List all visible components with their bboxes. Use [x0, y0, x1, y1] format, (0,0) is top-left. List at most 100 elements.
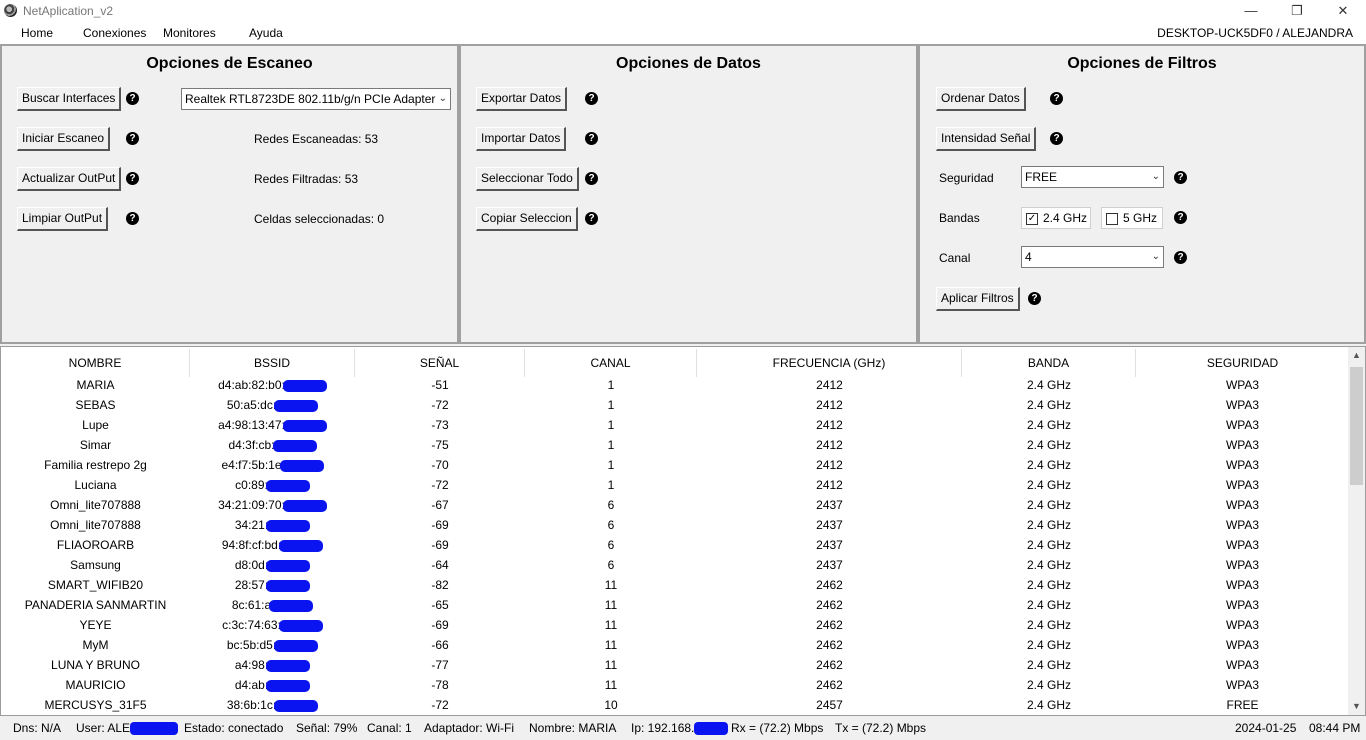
scroll-thumb[interactable] — [1350, 367, 1363, 485]
cell-seguridad[interactable]: WPA3 — [1136, 455, 1349, 475]
help-icon[interactable]: ? — [1028, 292, 1041, 305]
help-icon[interactable]: ? — [1050, 92, 1063, 105]
canal-select[interactable]: 4 ⌄ — [1021, 246, 1164, 268]
cell-canal[interactable]: 1 — [525, 455, 697, 475]
cell-frecuencia[interactable]: 2412 — [697, 455, 962, 475]
table-row[interactable]: MERCUSYS_31F5 38:6b:1c: -72 10 2457 2.4 GHz FR… — [1, 695, 1349, 715]
table-row[interactable]: YEYE c:3c:74:63: -69 11 2462 2.4 GHz WPA3 — [1, 615, 1349, 635]
cell-canal[interactable]: 11 — [525, 635, 697, 655]
cell-canal[interactable]: 10 — [525, 695, 697, 715]
cell-bssid[interactable]: 34:21: — [190, 515, 355, 535]
cell-canal[interactable]: 6 — [525, 515, 697, 535]
cell-canal[interactable]: 6 — [525, 555, 697, 575]
cell-frecuencia[interactable]: 2457 — [697, 695, 962, 715]
cell-seguridad[interactable]: WPA3 — [1136, 675, 1349, 695]
cell-bssid[interactable]: c0:89: — [190, 475, 355, 495]
cell-seguridad[interactable]: WPA3 — [1136, 575, 1349, 595]
cell-senal[interactable]: -72 — [355, 695, 525, 715]
cell-seguridad[interactable]: WPA3 — [1136, 615, 1349, 635]
cell-seguridad[interactable]: WPA3 — [1136, 635, 1349, 655]
aplicar-filtros-button[interactable]: Aplicar Filtros — [936, 287, 1020, 311]
cell-banda[interactable]: 2.4 GHz — [962, 635, 1136, 655]
cell-bssid[interactable]: e4:f7:5b:1e — [190, 455, 355, 475]
ordenar-datos-button[interactable]: Ordenar Datos — [936, 87, 1026, 111]
cell-frecuencia[interactable]: 2437 — [697, 535, 962, 555]
networks-table[interactable]: NOMBRE BSSID SEÑAL CANAL FRECUENCIA (GHz… — [0, 346, 1366, 716]
cell-nombre[interactable]: Omni_lite707888 — [1, 515, 190, 535]
cell-frecuencia[interactable]: 2462 — [697, 675, 962, 695]
cell-seguridad[interactable]: WPA3 — [1136, 515, 1349, 535]
table-row[interactable]: Samsung d8:0d: -64 6 2437 2.4 GHz WPA3 — [1, 555, 1349, 575]
cell-banda[interactable]: 2.4 GHz — [962, 575, 1136, 595]
cell-banda[interactable]: 2.4 GHz — [962, 555, 1136, 575]
cell-banda[interactable]: 2.4 GHz — [962, 535, 1136, 555]
cell-nombre[interactable]: Familia restrepo 2g — [1, 455, 190, 475]
cell-frecuencia[interactable]: 2412 — [697, 375, 962, 395]
cell-canal[interactable]: 1 — [525, 375, 697, 395]
cell-bssid[interactable]: 8c:61:a — [190, 595, 355, 615]
cell-seguridad[interactable]: WPA3 — [1136, 475, 1349, 495]
cell-frecuencia[interactable]: 2462 — [697, 635, 962, 655]
band-24-checkbox[interactable]: ✓ 2.4 GHz — [1021, 207, 1091, 229]
cell-bssid[interactable]: 34:21:09:70: — [190, 495, 355, 515]
importar-datos-button[interactable]: Importar Datos — [476, 127, 567, 151]
header-banda[interactable]: BANDA — [962, 349, 1136, 377]
cell-bssid[interactable]: d4:ab:82:b0: — [190, 375, 355, 395]
cell-senal[interactable]: -66 — [355, 635, 525, 655]
exportar-datos-button[interactable]: Exportar Datos — [476, 87, 568, 111]
cell-nombre[interactable]: SEBAS — [1, 395, 190, 415]
cell-frecuencia[interactable]: 2462 — [697, 615, 962, 635]
table-row[interactable]: Omni_lite707888 34:21: -69 6 2437 2.4 GHz WPA3 — [1, 515, 1349, 535]
cell-nombre[interactable]: MAURICIO — [1, 675, 190, 695]
cell-seguridad[interactable]: WPA3 — [1136, 435, 1349, 455]
cell-bssid[interactable]: d8:0d: — [190, 555, 355, 575]
cell-banda[interactable]: 2.4 GHz — [962, 495, 1136, 515]
help-icon[interactable]: ? — [126, 132, 139, 145]
table-row[interactable]: MyM bc:5b:d5: -66 11 2462 2.4 GHz WPA3 — [1, 635, 1349, 655]
cell-nombre[interactable]: PANADERIA SANMARTIN — [1, 595, 190, 615]
cell-banda[interactable]: 2.4 GHz — [962, 435, 1136, 455]
cell-senal[interactable]: -69 — [355, 615, 525, 635]
cell-frecuencia[interactable]: 2412 — [697, 435, 962, 455]
cell-bssid[interactable]: 50:a5:dc: — [190, 395, 355, 415]
buscar-interfaces-button[interactable]: Buscar Interfaces — [17, 87, 122, 111]
cell-bssid[interactable]: d4:3f:cb: — [190, 435, 355, 455]
cell-senal[interactable]: -78 — [355, 675, 525, 695]
help-icon[interactable]: ? — [1050, 132, 1063, 145]
help-icon[interactable]: ? — [585, 172, 598, 185]
seguridad-select[interactable]: FREE ⌄ — [1021, 166, 1164, 188]
cell-banda[interactable]: 2.4 GHz — [962, 675, 1136, 695]
cell-nombre[interactable]: Samsung — [1, 555, 190, 575]
table-row[interactable]: PANADERIA SANMARTIN 8c:61:a -65 11 2462 2.4 G… — [1, 595, 1349, 615]
cell-nombre[interactable]: Lupe — [1, 415, 190, 435]
cell-frecuencia[interactable]: 2437 — [697, 555, 962, 575]
cell-canal[interactable]: 1 — [525, 435, 697, 455]
cell-canal[interactable]: 6 — [525, 495, 697, 515]
header-seguridad[interactable]: SEGURIDAD — [1136, 349, 1349, 377]
cell-senal[interactable]: -72 — [355, 475, 525, 495]
cell-senal[interactable]: -75 — [355, 435, 525, 455]
cell-canal[interactable]: 11 — [525, 655, 697, 675]
cell-senal[interactable]: -67 — [355, 495, 525, 515]
cell-seguridad[interactable]: WPA3 — [1136, 415, 1349, 435]
header-canal[interactable]: CANAL — [525, 349, 697, 377]
cell-bssid[interactable]: 28:57: — [190, 575, 355, 595]
restore-button[interactable]: ❐ — [1274, 0, 1320, 22]
cell-seguridad[interactable]: WPA3 — [1136, 595, 1349, 615]
table-row[interactable]: Simar d4:3f:cb: -75 1 2412 2.4 GHz WPA3 — [1, 435, 1349, 455]
band-5-checkbox[interactable]: 5 GHz — [1101, 207, 1163, 229]
cell-senal[interactable]: -70 — [355, 455, 525, 475]
scroll-down-icon[interactable]: ▼ — [1348, 698, 1365, 715]
help-icon[interactable]: ? — [1174, 211, 1187, 224]
cell-senal[interactable]: -64 — [355, 555, 525, 575]
cell-seguridad[interactable]: WPA3 — [1136, 495, 1349, 515]
cell-canal[interactable]: 1 — [525, 395, 697, 415]
help-icon[interactable]: ? — [585, 132, 598, 145]
cell-nombre[interactable]: SMART_WIFIB20 — [1, 575, 190, 595]
table-row[interactable]: SMART_WIFIB20 28:57: -82 11 2462 2.4 GHz WPA3 — [1, 575, 1349, 595]
cell-bssid[interactable]: a4:98: — [190, 655, 355, 675]
cell-seguridad[interactable]: WPA3 — [1136, 535, 1349, 555]
scroll-up-icon[interactable]: ▲ — [1348, 347, 1365, 364]
copiar-seleccion-button[interactable]: Copiar Seleccion — [476, 207, 578, 231]
help-icon[interactable]: ? — [1174, 171, 1187, 184]
